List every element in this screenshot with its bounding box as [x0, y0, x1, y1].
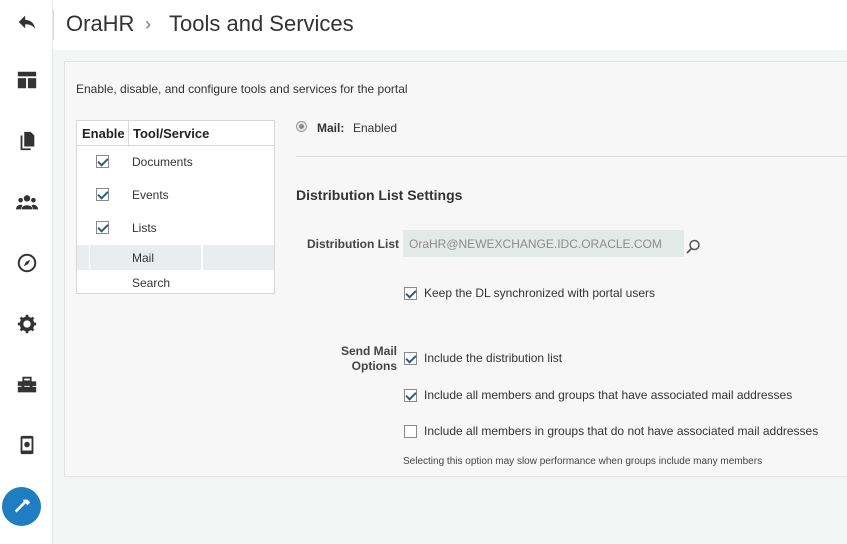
page-header: OraHR › Tools and Services [53, 0, 847, 50]
compass-icon[interactable] [0, 243, 53, 283]
header-divider [128, 121, 129, 146]
include-members-checkbox[interactable] [404, 388, 417, 402]
chevron-right-icon: › [145, 14, 151, 34]
tool-name: Documents [132, 155, 193, 169]
tool-row-mail[interactable]: Mail [77, 245, 274, 270]
tool-name: Lists [132, 221, 157, 235]
col-enable: Enable [82, 126, 125, 141]
search-icon[interactable] [684, 238, 702, 256]
enable-checkbox-documents[interactable] [96, 155, 109, 168]
tool-name: Events [132, 188, 169, 202]
device-icon[interactable] [0, 425, 53, 465]
option-label: Include all members in groups that do no… [424, 424, 819, 438]
tool-row-events[interactable]: Events [77, 179, 274, 212]
header-divider [53, 10, 54, 40]
divider [296, 156, 847, 157]
tool-name: Search [132, 276, 171, 290]
include-dl-checkbox[interactable] [404, 351, 417, 365]
intro-text: Enable, disable, and configure tools and… [76, 82, 408, 96]
tools-services-panel: Enable, disable, and configure tools and… [64, 61, 847, 477]
mail-label: Mail: [317, 121, 345, 135]
hammer-icon[interactable] [2, 487, 41, 526]
pages-icon[interactable] [0, 121, 53, 161]
include-no-mail-checkbox[interactable] [404, 424, 417, 438]
tools-table: Enable Tool/Service Documents Events Lis… [76, 120, 275, 294]
people-icon[interactable] [0, 182, 53, 222]
enable-checkbox-events[interactable] [96, 188, 109, 201]
tool-row-documents[interactable]: Documents [77, 146, 274, 179]
tool-row-lists[interactable]: Lists [77, 212, 274, 245]
gear-icon[interactable] [0, 304, 53, 344]
option-include-members-without-mail[interactable]: Include all members in groups that do no… [404, 424, 818, 438]
back-icon[interactable] [0, 2, 53, 42]
option-include-members-with-mail[interactable]: Include all members and groups that have… [404, 388, 792, 402]
send-mail-options-label: Send Mail Options [340, 344, 397, 373]
keep-sync-checkbox[interactable] [404, 286, 417, 300]
option-label: Include the distribution list [424, 351, 563, 365]
selection-divider [89, 245, 90, 270]
option-include-dl[interactable]: Include the distribution list [404, 351, 562, 365]
enable-checkbox-lists[interactable] [96, 221, 109, 234]
option-label: Include all members and groups that have… [424, 388, 793, 402]
distribution-list-input[interactable] [403, 230, 684, 257]
layout-icon[interactable] [0, 60, 53, 100]
tools-table-header: Enable Tool/Service [77, 121, 274, 146]
distribution-list-label: Distribution List [307, 237, 399, 251]
col-tool-service: Tool/Service [133, 126, 210, 141]
page-title: Tools and Services [169, 11, 354, 36]
mail-status: Enabled [353, 121, 398, 135]
toolbox-icon[interactable] [0, 365, 53, 405]
selection-divider [201, 245, 203, 270]
performance-note: Selecting this option may slow performan… [403, 456, 763, 467]
section-title: Distribution List Settings [296, 187, 463, 203]
keep-sync-label: Keep the DL synchronized with portal use… [424, 286, 656, 300]
breadcrumb-app[interactable]: OraHR [66, 11, 134, 37]
left-nav-rail [0, 0, 53, 544]
tool-name: Mail [132, 251, 155, 265]
keep-sync-option[interactable]: Keep the DL synchronized with portal use… [404, 286, 655, 300]
tool-row-search[interactable]: Search [77, 270, 274, 295]
mail-status-radio[interactable] [296, 121, 307, 132]
